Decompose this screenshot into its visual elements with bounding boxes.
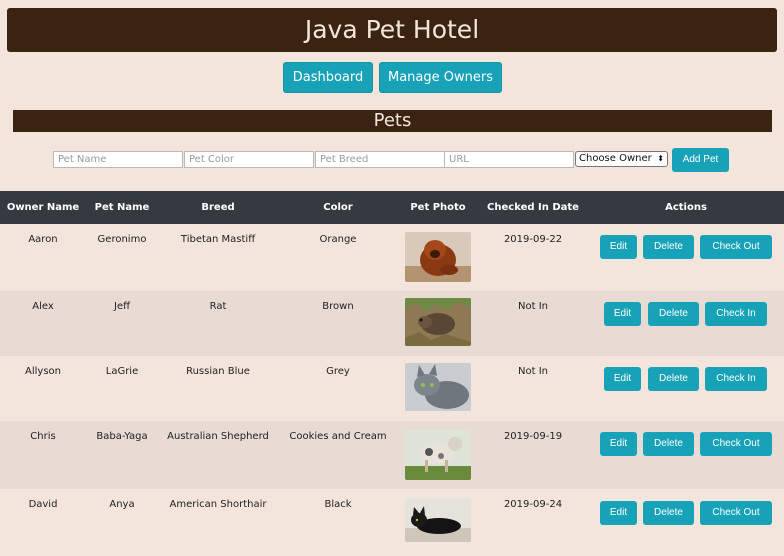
- color-cell: Black: [324, 499, 352, 510]
- pet-photo: [405, 430, 471, 480]
- breed-cell: Russian Blue: [186, 366, 250, 377]
- owner-name-cell: Aaron: [28, 234, 58, 245]
- owner-name-cell: David: [28, 499, 58, 510]
- header-checked-in-date: Checked In Date: [487, 202, 579, 213]
- pet-photo: [405, 298, 471, 346]
- delete-button[interactable]: Delete: [643, 235, 694, 259]
- table-row: Alex Jeff Rat Brown Not In Edit Delete C…: [0, 291, 784, 356]
- checked-in-date-cell: 2019-09-24: [503, 499, 563, 510]
- pet-name-input[interactable]: [53, 151, 183, 168]
- edit-button[interactable]: Edit: [600, 235, 637, 259]
- header-color: Color: [323, 202, 353, 213]
- color-cell: Brown: [322, 301, 354, 312]
- edit-button[interactable]: Edit: [600, 432, 637, 456]
- breed-cell: American Shorthair: [169, 499, 267, 510]
- color-cell: Grey: [326, 366, 350, 377]
- color-cell: Cookies and Cream: [289, 431, 387, 442]
- page-title: Java Pet Hotel: [7, 8, 777, 52]
- header-actions: Actions: [665, 202, 707, 213]
- breed-cell: Tibetan Mastiff: [180, 234, 256, 245]
- delete-button[interactable]: Delete: [648, 302, 699, 326]
- photo-url-input[interactable]: [444, 151, 574, 168]
- check-in-button[interactable]: Check In: [705, 367, 767, 391]
- header-pet-photo: Pet Photo: [410, 202, 466, 213]
- pet-photo: [405, 498, 471, 542]
- owner-name-cell: Chris: [30, 431, 56, 442]
- table-header: Owner Name Pet Name Breed Color Pet Phot…: [0, 191, 784, 224]
- table-row: David Anya American Shorthair Black 2019…: [0, 489, 784, 556]
- delete-button[interactable]: Delete: [643, 501, 694, 525]
- table-row: Allyson LaGrie Russian Blue Grey Not In …: [0, 356, 784, 421]
- select-arrows-icon: ⬍: [657, 154, 664, 163]
- owner-select[interactable]: Choose Owner ⬍: [575, 151, 668, 167]
- edit-button[interactable]: Edit: [604, 367, 641, 391]
- pet-name-cell: Jeff: [114, 301, 130, 312]
- pet-color-input[interactable]: [184, 151, 314, 168]
- owner-select-value: Choose Owner: [579, 153, 652, 164]
- pet-name-cell: Geronimo: [97, 234, 147, 245]
- header-breed: Breed: [201, 202, 235, 213]
- delete-button[interactable]: Delete: [643, 432, 694, 456]
- checked-in-date-cell: Not In: [518, 301, 548, 312]
- header-owner-name: Owner Name: [6, 202, 80, 213]
- header-pet-name: Pet Name: [94, 202, 150, 213]
- edit-button[interactable]: Edit: [600, 501, 637, 525]
- section-title: Pets: [13, 110, 772, 132]
- check-out-button[interactable]: Check Out: [700, 501, 772, 525]
- pet-photo: [405, 232, 471, 282]
- pet-name-cell: Anya: [109, 499, 135, 510]
- color-cell: Orange: [319, 234, 357, 245]
- edit-button[interactable]: Edit: [604, 302, 641, 326]
- owner-name-cell: Allyson: [25, 366, 61, 377]
- pets-table: Owner Name Pet Name Breed Color Pet Phot…: [0, 191, 784, 556]
- checked-in-date-cell: 2019-09-19: [503, 431, 563, 442]
- pet-name-cell: Baba-Yaga: [96, 431, 148, 442]
- check-in-button[interactable]: Check In: [705, 302, 767, 326]
- breed-cell: Australian Shepherd: [167, 431, 269, 442]
- add-pet-button[interactable]: Add Pet: [672, 148, 729, 172]
- check-out-button[interactable]: Check Out: [700, 432, 772, 456]
- checked-in-date-cell: Not In: [518, 366, 548, 377]
- pet-name-cell: LaGrie: [105, 366, 139, 377]
- manage-owners-button[interactable]: Manage Owners: [379, 62, 502, 93]
- table-row: Aaron Geronimo Tibetan Mastiff Orange 20…: [0, 224, 784, 291]
- breed-cell: Rat: [209, 301, 227, 312]
- dashboard-button[interactable]: Dashboard: [283, 62, 373, 93]
- checked-in-date-cell: 2019-09-22: [503, 234, 563, 245]
- check-out-button[interactable]: Check Out: [700, 235, 772, 259]
- pet-photo: [405, 363, 471, 411]
- owner-name-cell: Alex: [32, 301, 54, 312]
- table-row: Chris Baba-Yaga Australian Shepherd Cook…: [0, 421, 784, 489]
- delete-button[interactable]: Delete: [648, 367, 699, 391]
- pet-breed-input[interactable]: [315, 151, 445, 168]
